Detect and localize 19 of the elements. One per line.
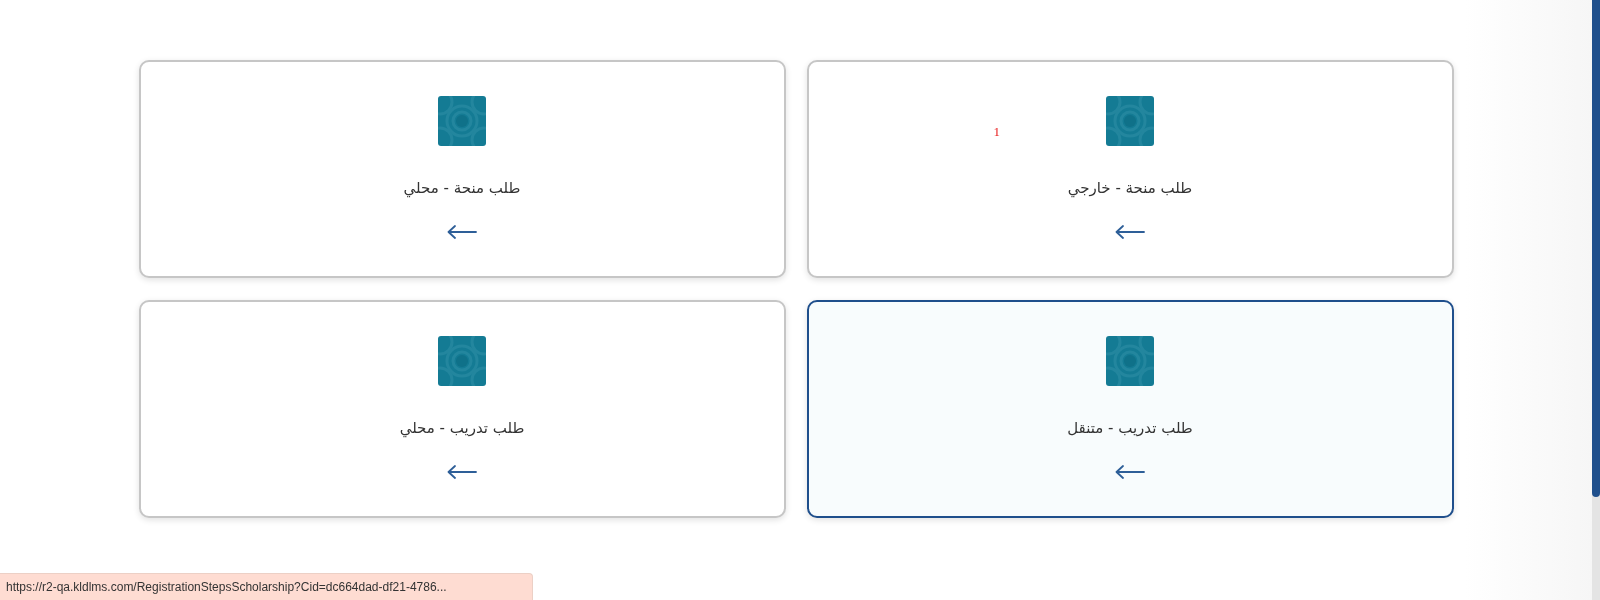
pattern-tile-icon (1106, 336, 1154, 386)
arrow-left-icon[interactable] (1115, 465, 1145, 479)
status-bar-url: https://r2-qa.kldlms.com/RegistrationStepsScholarship?Cid=dc664dad-df21-4786... (0, 573, 533, 600)
card-title: طلب منحة - محلي (403, 178, 521, 199)
request-card[interactable]: طلب منحة - محلي (138, 60, 786, 278)
pattern-tile-icon (1106, 96, 1154, 146)
request-card[interactable]: طلب تدريب - متنقل (806, 300, 1454, 518)
arrow-left-icon[interactable] (1115, 225, 1145, 239)
number-text: 1 (993, 124, 1000, 140)
scrollbar-thumb[interactable] (1592, 0, 1600, 497)
card-title: طلب تدريب - متنقل (1067, 418, 1193, 439)
arrow-left-icon[interactable] (447, 225, 477, 239)
pattern-tile-icon (438, 96, 486, 146)
arrow-left-icon[interactable] (447, 465, 477, 479)
pattern-tile-icon (438, 336, 486, 386)
request-card[interactable]: طلب تدريب - محلي (138, 300, 786, 518)
card-title: طلب منحة - خارجي (1067, 178, 1193, 199)
scrollbar-track[interactable] (1592, 0, 1600, 600)
card-title: طلب تدريب - محلي (399, 418, 525, 439)
